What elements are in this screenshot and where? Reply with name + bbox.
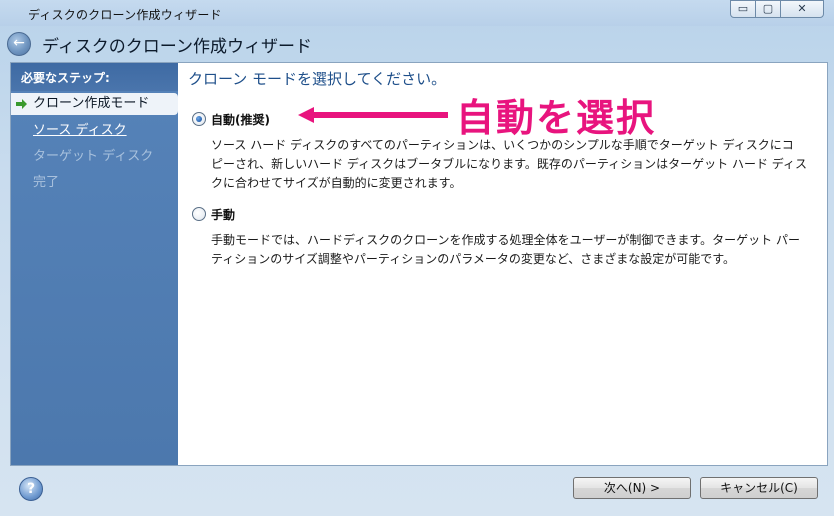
wizard-header: ← ディスクのクローン作成ウィザード [0, 26, 834, 60]
manual-description: 手動モードでは、ハードディスクのクローンを作成する処理全体をユーザーが制御できま… [211, 231, 811, 269]
back-arrow-icon[interactable]: ← [7, 32, 31, 56]
automatic-description: ソース ハード ディスクのすべてのパーティションは、いくつかのシンプルな手順でタ… [211, 136, 811, 193]
description-line: 手動モードでは、ハードディスクのクローンを作成する処理全体をユーザーが制御できま… [211, 233, 800, 247]
automatic-label[interactable]: 自動(推奨) [211, 111, 270, 128]
current-step-arrow-icon [16, 99, 27, 109]
step-clone-mode[interactable]: クローン作成モード [11, 93, 178, 115]
wizard-panel: 必要なステップ: クローン作成モード ソース ディスク ターゲット ディスク 完… [10, 62, 828, 466]
description-line: ティションのサイズ調整やパーティションのパラメータの変更など、さまざまな設定が可… [211, 252, 736, 266]
annotation-text: 自動を選択 [456, 96, 657, 140]
steps-heading: 必要なステップ: [11, 63, 178, 91]
manual-radio[interactable] [192, 207, 206, 221]
description-line: ピーされ、新しいハード ディスクはブータブルになります。既存のパーティションはタ… [211, 157, 807, 171]
annotation-arrow-icon [298, 107, 448, 123]
step-source-disk[interactable]: ソース ディスク [11, 120, 178, 142]
help-icon[interactable]: ? [19, 477, 43, 501]
maximize-button[interactable]: ▢ [755, 0, 781, 18]
window-controls: ▭ ▢ ✕ [730, 0, 824, 20]
manual-label[interactable]: 手動 [211, 206, 235, 223]
step-target-disk: ターゲット ディスク [33, 149, 154, 164]
wizard-footer: ? 次へ(N) > キャンセル(C) [0, 466, 834, 516]
window-title: ディスクのクローン作成ウィザード [28, 8, 222, 22]
step-label: クローン作成モード [33, 96, 150, 111]
content-area: クローン モードを選択してください。 自動(推奨) ソース ハード ディスクのす… [178, 63, 827, 465]
close-button[interactable]: ✕ [780, 0, 824, 18]
next-button[interactable]: 次へ(N) > [573, 477, 691, 499]
steps-sidebar: 必要なステップ: クローン作成モード ソース ディスク ターゲット ディスク 完… [11, 63, 178, 465]
title-bar: ディスクのクローン作成ウィザード ▭ ▢ ✕ [0, 0, 834, 26]
description-line: クに合わせてサイズが自動的に変更されます。 [211, 176, 462, 190]
cancel-button[interactable]: キャンセル(C) [700, 477, 818, 499]
step-finish: 完了 [33, 175, 60, 190]
wizard-title: ディスクのクローン作成ウィザード [42, 37, 312, 57]
page-prompt: クローン モードを選択してください。 [188, 70, 447, 88]
minimize-button[interactable]: ▭ [730, 0, 756, 18]
automatic-radio[interactable] [192, 112, 206, 126]
